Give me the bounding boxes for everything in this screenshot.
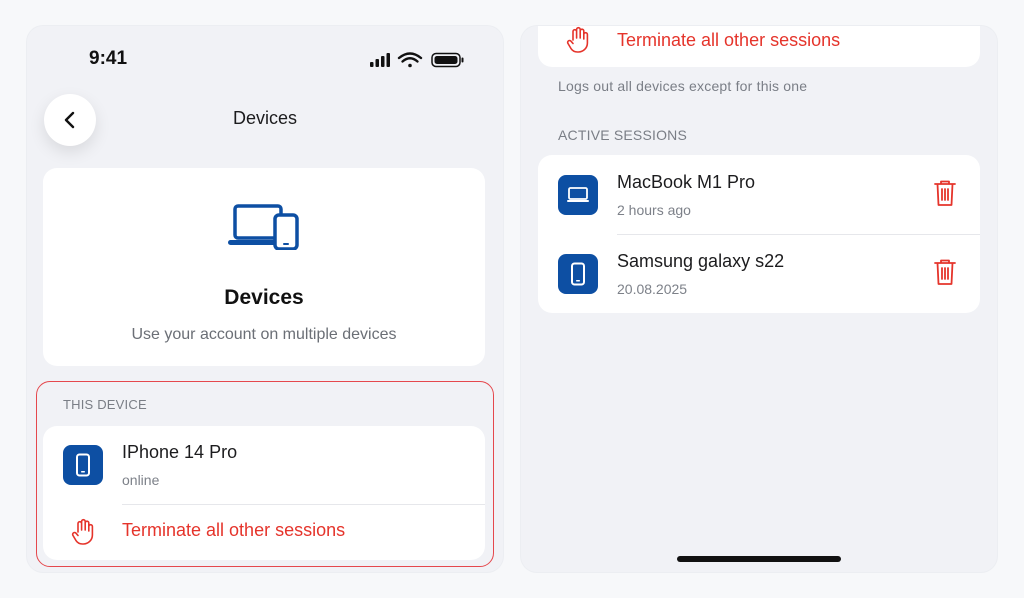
devices-icon: [228, 204, 299, 250]
terminate-sessions-card: Terminate all other sessions: [538, 26, 980, 67]
trash-icon[interactable]: [933, 179, 957, 207]
phone-icon: [76, 453, 90, 477]
hero-title: Devices: [224, 286, 304, 309]
terminate-hint: Logs out all devices except for this one: [558, 78, 808, 94]
active-sessions-card: MacBook M1 Pro 2 hours ago Samsung galax…: [538, 155, 980, 313]
phone-icon: [571, 262, 585, 286]
device-badge: [63, 445, 103, 485]
session-row[interactable]: Samsung galaxy s22 20.08.2025: [538, 235, 980, 313]
terminate-sessions-label: Terminate all other sessions: [122, 520, 346, 540]
devices-hero-card: Devices Use your account on multiple dev…: [43, 168, 485, 366]
battery-icon: [431, 52, 464, 68]
active-sessions-label: ACTIVE SESSIONS: [558, 127, 688, 143]
hero-subtitle: Use your account on multiple devices: [131, 326, 397, 343]
device-badge: [558, 175, 598, 215]
home-indicator: [677, 556, 841, 562]
session-row[interactable]: MacBook M1 Pro 2 hours ago: [538, 155, 980, 234]
devices-screen-left: 9:41 Devices Devices Use your account on…: [27, 26, 503, 572]
hand-stop-icon: [566, 26, 589, 53]
device-name: IPhone 14 Pro: [122, 442, 238, 462]
session-time: 20.08.2025: [617, 281, 688, 297]
this-device-row[interactable]: IPhone 14 Pro online: [43, 426, 485, 504]
device-badge: [558, 254, 598, 294]
status-icons: [367, 50, 467, 70]
this-device-card: IPhone 14 Pro online Terminate all other…: [43, 426, 485, 560]
signal-icon: [370, 53, 390, 67]
device-status: online: [122, 472, 160, 488]
session-time: 2 hours ago: [617, 202, 691, 218]
terminate-sessions-button-right[interactable]: Terminate all other sessions: [538, 26, 980, 67]
terminate-sessions-label-right: Terminate all other sessions: [617, 30, 841, 50]
this-device-label: THIS DEVICE: [63, 397, 147, 412]
trash-icon[interactable]: [933, 258, 957, 286]
laptop-icon: [567, 187, 589, 202]
status-time: 9:41: [89, 48, 128, 69]
session-name: Samsung galaxy s22: [617, 251, 785, 271]
session-name: MacBook M1 Pro: [617, 172, 756, 192]
wifi-icon: [397, 52, 423, 68]
terminate-sessions-button[interactable]: Terminate all other sessions: [43, 505, 485, 560]
devices-screen-right: Terminate all other sessions Logs out al…: [521, 26, 997, 572]
page-title: Devices: [232, 108, 298, 128]
hand-stop-icon: [71, 518, 94, 545]
